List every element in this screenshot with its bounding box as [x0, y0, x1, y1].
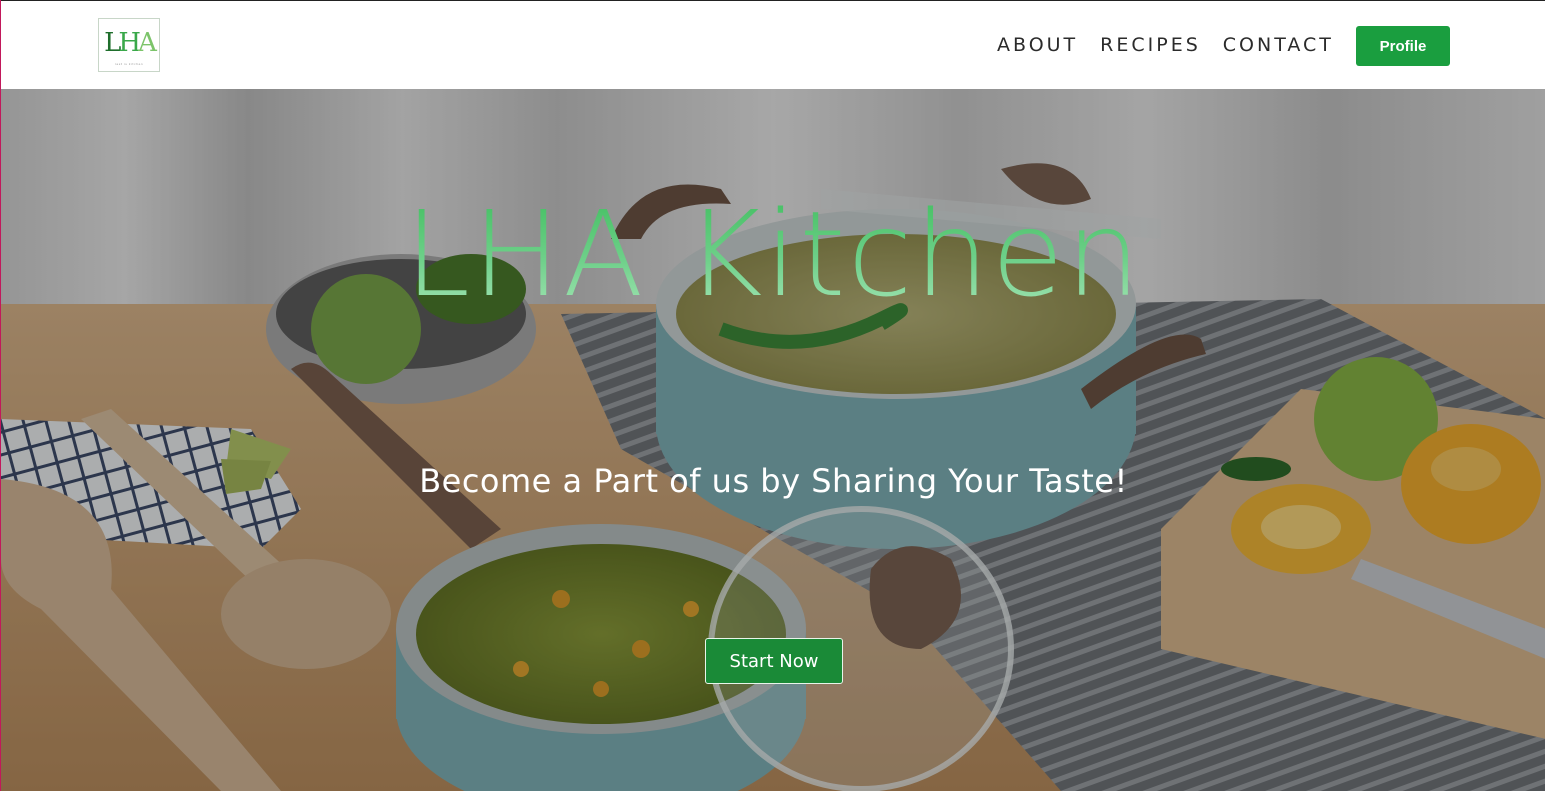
hero-title: LHA Kitchen: [1, 189, 1545, 319]
nav-links: ABOUT RECIPES CONTACT: [997, 32, 1356, 58]
logo-mark: LHA: [104, 28, 157, 58]
navbar: LHA rest is kitchen ABOUT RECIPES CONTAC…: [1, 0, 1545, 89]
hero-section: LHA Kitchen Become a Part of us by Shari…: [1, 89, 1545, 791]
nav-recipes-link[interactable]: RECIPES: [1100, 32, 1201, 58]
nav-about-link[interactable]: ABOUT: [997, 32, 1078, 58]
hero-subtitle: Become a Part of us by Sharing Your Tast…: [419, 462, 1128, 500]
nav-contact-link[interactable]: CONTACT: [1223, 32, 1334, 58]
logo-tagline: rest is kitchen: [114, 62, 144, 66]
profile-button[interactable]: Profile: [1356, 26, 1450, 66]
lha-logo-icon[interactable]: LHA rest is kitchen: [98, 18, 160, 72]
start-now-button[interactable]: Start Now: [705, 638, 843, 684]
page: LHA rest is kitchen ABOUT RECIPES CONTAC…: [0, 0, 1545, 791]
